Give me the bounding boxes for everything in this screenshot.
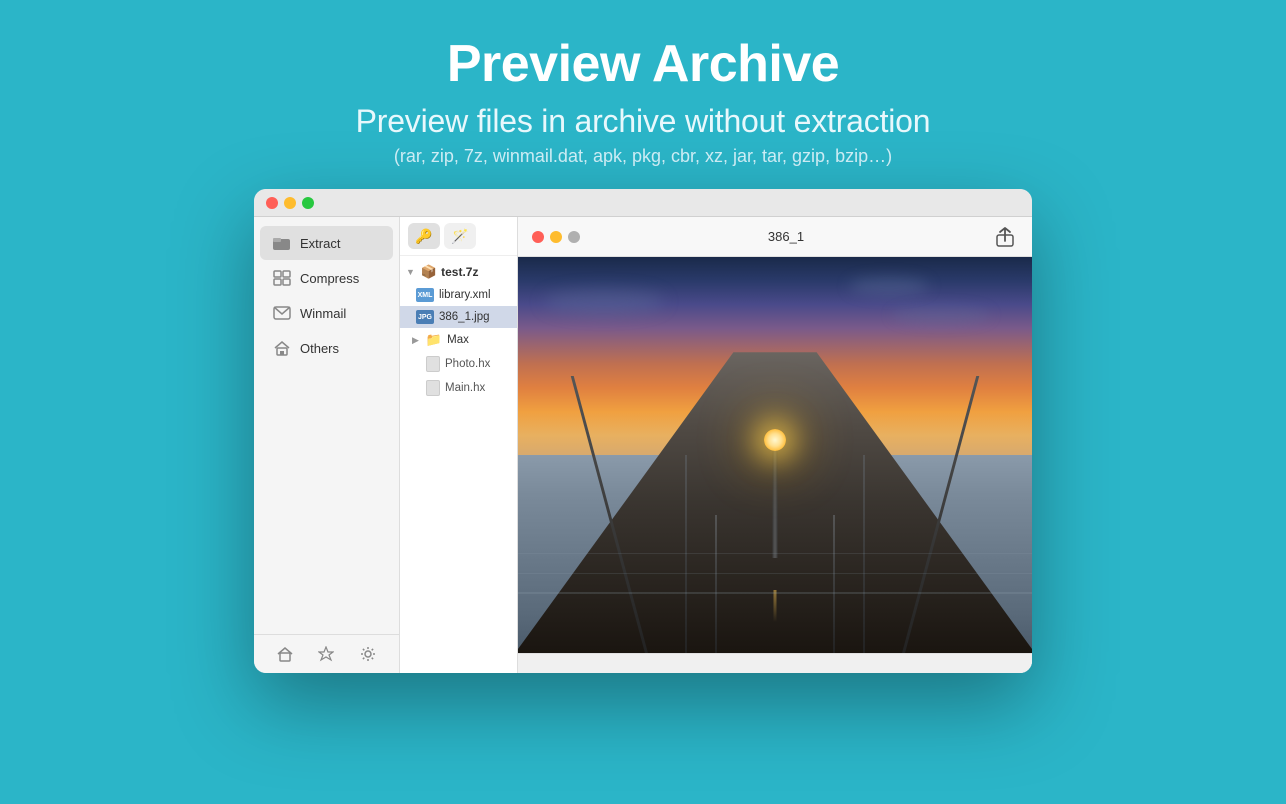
sidebar-item-compress[interactable]: Compress (260, 261, 393, 295)
footer-gear-button[interactable] (357, 643, 379, 665)
preview-panel: 386_1 (518, 217, 1032, 673)
home-icon (272, 338, 292, 358)
generic-file-icon-2 (426, 380, 440, 396)
footer-home-button[interactable] (274, 643, 296, 665)
folder-max-label: Max (447, 334, 469, 346)
toolbar-key-button[interactable]: 🔑 (408, 223, 440, 249)
mail-icon (272, 303, 292, 323)
tree-item-photo-hx[interactable]: Photo.hx (400, 352, 517, 376)
extract-label: Extract (300, 236, 340, 251)
preview-close-dot (532, 231, 544, 243)
sidebar: Extract Compress (254, 217, 400, 673)
preview-filename: 386_1 (768, 229, 804, 244)
preview-min-dot (550, 231, 562, 243)
lamp-globe (764, 429, 786, 451)
archive-icon: 📦 (421, 264, 437, 280)
cloud-1 (544, 289, 664, 314)
pier-scene (518, 257, 1032, 653)
preview-traffic-lights (532, 231, 580, 243)
lamp-post (773, 447, 778, 558)
water-line-2 (518, 573, 1032, 574)
railing-post-right-2 (863, 455, 865, 653)
railing-post-left-3 (715, 515, 717, 654)
footer-star-button[interactable] (315, 643, 337, 665)
page-subtitle: Preview files in archive without extract… (356, 103, 931, 140)
sidebar-item-others[interactable]: Others (260, 331, 393, 365)
railing-post-right-3 (833, 515, 835, 654)
traffic-lights (266, 197, 314, 209)
tree-item-main-hx[interactable]: Main.hx (400, 376, 517, 400)
filename-main-hx: Main.hx (445, 382, 485, 394)
sidebar-items: Extract Compress (254, 217, 399, 634)
root-filename: test.7z (441, 265, 478, 279)
toolbar-wand-button[interactable]: 🪄 (444, 223, 476, 249)
preview-titlebar: 386_1 (518, 217, 1032, 257)
file-panel: 🔑 🪄 ▼ 📦 test.7z XML library.xml JPG (400, 217, 518, 673)
file-panel-toolbar: 🔑 🪄 (400, 217, 517, 256)
preview-image (518, 257, 1032, 653)
compress-label: Compress (300, 271, 359, 286)
water-line-3 (518, 553, 1032, 554)
app-content: Extract Compress (254, 217, 1032, 673)
others-label: Others (300, 341, 339, 356)
chevron-down-icon: ▼ (406, 267, 415, 277)
file-tree: ▼ 📦 test.7z XML library.xml JPG 386_1.jp… (400, 256, 517, 673)
tree-root[interactable]: ▼ 📦 test.7z (400, 260, 517, 284)
title-bar (254, 189, 1032, 217)
cloud-2 (891, 305, 991, 325)
railing-post-left-2 (685, 455, 687, 653)
compress-icon (272, 268, 292, 288)
generic-file-icon (426, 356, 440, 372)
water-line-1 (518, 592, 1032, 594)
filename-386-jpg: 386_1.jpg (439, 311, 490, 323)
tree-item-library-xml[interactable]: XML library.xml (400, 284, 517, 306)
chevron-right-icon: ▶ (412, 335, 419, 346)
folder-icon (272, 233, 292, 253)
winmail-label: Winmail (300, 306, 346, 321)
filename-library-xml: library.xml (439, 289, 491, 301)
preview-max-dot (568, 231, 580, 243)
xml-file-icon: XML (416, 288, 434, 302)
minimize-button[interactable] (284, 197, 296, 209)
sidebar-item-extract[interactable]: Extract (260, 226, 393, 260)
share-button[interactable] (992, 224, 1018, 250)
lamp-reflection (774, 590, 777, 622)
tree-folder-max[interactable]: ▶ 📁 Max (400, 328, 517, 352)
page-title: Preview Archive (356, 36, 931, 93)
app-window: Extract Compress (254, 189, 1032, 673)
tree-item-386-jpg[interactable]: JPG 386_1.jpg (400, 306, 517, 328)
folder-max-icon: 📁 (426, 332, 442, 348)
filename-photo-hx: Photo.hx (445, 358, 490, 370)
header-section: Preview Archive Preview files in archive… (356, 0, 931, 167)
cloud-3 (849, 277, 929, 295)
close-button[interactable] (266, 197, 278, 209)
jpg-file-icon: JPG (416, 310, 434, 324)
formats-text: (rar, zip, 7z, winmail.dat, apk, pkg, cb… (356, 146, 931, 167)
sidebar-footer (254, 634, 399, 673)
sidebar-item-winmail[interactable]: Winmail (260, 296, 393, 330)
preview-bottom-bar (518, 653, 1032, 673)
maximize-button[interactable] (302, 197, 314, 209)
